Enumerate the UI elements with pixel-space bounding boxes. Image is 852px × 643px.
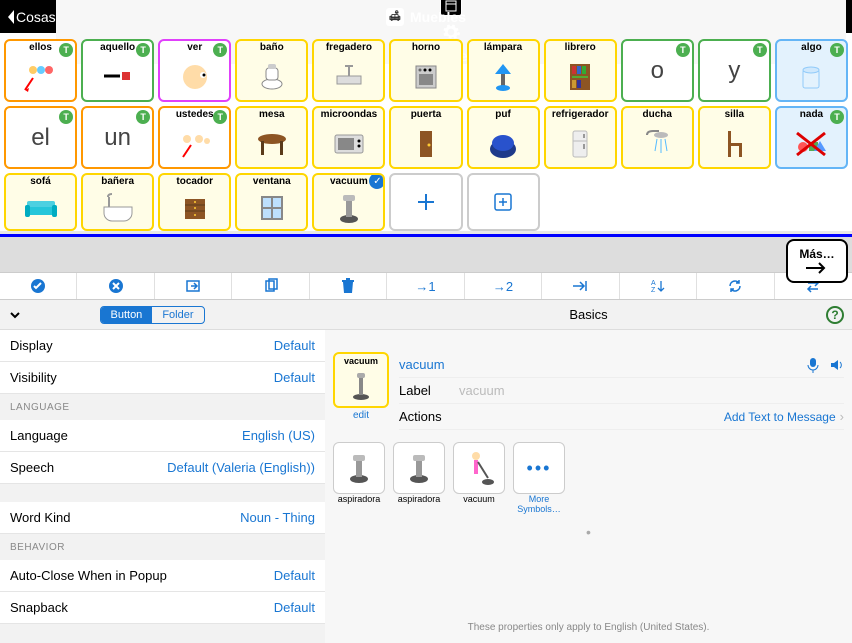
grid-cell-aquello[interactable]: Taquello bbox=[81, 39, 154, 102]
top-nav: Cosas 🛋 Muebles 1 2 Done bbox=[0, 0, 852, 33]
mic-icon[interactable] bbox=[806, 357, 820, 373]
basics-panel: Basics ? vacuum edit vacuum bbox=[325, 300, 852, 643]
import-button[interactable] bbox=[155, 273, 232, 299]
more-button[interactable]: Más… bbox=[786, 239, 848, 283]
grid-cell-librero[interactable]: librero bbox=[544, 39, 617, 102]
svg-text:Z: Z bbox=[651, 287, 656, 294]
move-to-end-button[interactable] bbox=[542, 273, 619, 299]
grid-cell-y[interactable]: Ty bbox=[698, 39, 771, 102]
section-behavior: BEHAVIOR bbox=[0, 534, 325, 560]
grid-cell-lámpara[interactable]: lámpara bbox=[467, 39, 540, 102]
svg-text:A: A bbox=[651, 280, 656, 287]
preview-symbol[interactable]: vacuum bbox=[333, 352, 389, 408]
refresh-button[interactable] bbox=[697, 273, 774, 299]
delete-button[interactable] bbox=[310, 273, 387, 299]
move-to-2-button[interactable]: →2 bbox=[465, 273, 542, 299]
grid-cell-ducha[interactable]: ducha bbox=[621, 106, 694, 169]
deselect-button[interactable] bbox=[77, 273, 154, 299]
symbol-choice[interactable]: aspiradora bbox=[333, 442, 385, 514]
symbol-choice[interactable]: aspiradora bbox=[393, 442, 445, 514]
mid-gap: Más… bbox=[0, 237, 852, 272]
back-label: Cosas bbox=[16, 9, 56, 25]
language-row[interactable]: LanguageEnglish (US) bbox=[0, 420, 325, 452]
action-bar: →1 →2 AZ bbox=[0, 272, 852, 300]
title-text: Muebles bbox=[410, 9, 466, 25]
label-row[interactable]: Label vacuum bbox=[399, 378, 844, 404]
grid-cell-nada[interactable]: Tnada bbox=[775, 106, 848, 169]
move-to-1-button[interactable]: →1 bbox=[387, 273, 464, 299]
segment-button[interactable]: Button bbox=[101, 307, 153, 323]
wordkind-row[interactable]: Word KindNoun - Thing bbox=[0, 502, 325, 534]
editor-split: Button Folder DisplayDefault VisibilityD… bbox=[0, 300, 852, 643]
basics-title: Basics bbox=[569, 307, 607, 322]
chevron-down-icon[interactable] bbox=[8, 308, 22, 322]
grid-cell-vacuum[interactable]: ✓vacuum bbox=[312, 173, 385, 231]
section-language: LANGUAGE bbox=[0, 394, 325, 420]
grid-cell-add2[interactable] bbox=[467, 173, 540, 231]
help-icon[interactable]: ? bbox=[826, 306, 844, 324]
symbol-choice[interactable]: vacuum bbox=[453, 442, 505, 514]
grid-cell-silla[interactable]: silla bbox=[698, 106, 771, 169]
grid-cell-refrigerador[interactable]: refrigerador bbox=[544, 106, 617, 169]
grid-cell-el[interactable]: Tel bbox=[4, 106, 77, 169]
select-all-button[interactable] bbox=[0, 273, 77, 299]
chevron-right-icon: › bbox=[840, 409, 844, 424]
grid-cell-puerta[interactable]: puerta bbox=[389, 106, 462, 169]
page-dot: • bbox=[325, 524, 852, 540]
speak-icon[interactable] bbox=[828, 357, 844, 373]
autoclose-row[interactable]: Auto-Close When in PopupDefault bbox=[0, 560, 325, 592]
actions-value: Add Text to Message bbox=[724, 410, 836, 424]
grid-cell-mesa[interactable]: mesa bbox=[235, 106, 308, 169]
visibility-row[interactable]: VisibilityDefault bbox=[0, 362, 325, 394]
speech-row[interactable]: SpeechDefault (Valeria (English)) bbox=[0, 452, 325, 484]
grid-cell-bañera[interactable]: bañera bbox=[81, 173, 154, 231]
display-row[interactable]: DisplayDefault bbox=[0, 330, 325, 362]
grid-cell-horno[interactable]: horno bbox=[389, 39, 462, 102]
grid-cell-sofá[interactable]: sofá bbox=[4, 173, 77, 231]
properties-panel: Button Folder DisplayDefault VisibilityD… bbox=[0, 300, 325, 643]
back-button[interactable]: Cosas bbox=[6, 9, 56, 25]
label-placeholder: vacuum bbox=[459, 383, 505, 398]
grid-cell-ellos[interactable]: Tellos bbox=[4, 39, 77, 102]
preview-label: vacuum bbox=[344, 356, 378, 366]
button-folder-segment[interactable]: Button Folder bbox=[100, 306, 205, 324]
preview-cell: vacuum edit bbox=[333, 352, 389, 430]
grid-cell-o[interactable]: To bbox=[621, 39, 694, 102]
grid-cell-microondas[interactable]: microondas bbox=[312, 106, 385, 169]
grid-cell-fregadero[interactable]: fregadero bbox=[312, 39, 385, 102]
title-icon: 🛋 bbox=[386, 8, 404, 26]
edit-link[interactable]: edit bbox=[333, 410, 389, 421]
segment-folder[interactable]: Folder bbox=[152, 307, 203, 323]
symbol-grid: TellosTaquelloTverbañofregaderohornolámp… bbox=[0, 33, 852, 231]
footer-note: These properties only apply to English (… bbox=[325, 622, 852, 633]
grid-cell-tocador[interactable]: tocador bbox=[158, 173, 231, 231]
basics-header: Basics ? bbox=[325, 300, 852, 330]
more-label: Más… bbox=[799, 247, 834, 261]
word-value: vacuum bbox=[399, 357, 445, 372]
grid-cell-algo[interactable]: Talgo bbox=[775, 39, 848, 102]
grid-cell-un[interactable]: Tun bbox=[81, 106, 154, 169]
actions-row[interactable]: Actions Add Text to Message › bbox=[399, 404, 844, 430]
page-title: 🛋 Muebles bbox=[386, 8, 466, 26]
snapback-row[interactable]: SnapbackDefault bbox=[0, 592, 325, 624]
sort-button[interactable]: AZ bbox=[620, 273, 697, 299]
grid-cell-baño[interactable]: baño bbox=[235, 39, 308, 102]
more-symbols-button[interactable]: •••More Symbols… bbox=[513, 442, 565, 514]
grid-cell-add[interactable] bbox=[389, 173, 462, 231]
grid-cell-ustedes[interactable]: Tustedes bbox=[158, 106, 231, 169]
grid-cell-ver[interactable]: Tver bbox=[158, 39, 231, 102]
grid-cell-puf[interactable]: puf bbox=[467, 106, 540, 169]
word-row[interactable]: vacuum bbox=[399, 352, 844, 378]
copy-button[interactable] bbox=[232, 273, 309, 299]
symbol-choices: aspiradoraaspiradoravacuum•••More Symbol… bbox=[325, 436, 852, 520]
grid-cell-ventana[interactable]: ventana bbox=[235, 173, 308, 231]
